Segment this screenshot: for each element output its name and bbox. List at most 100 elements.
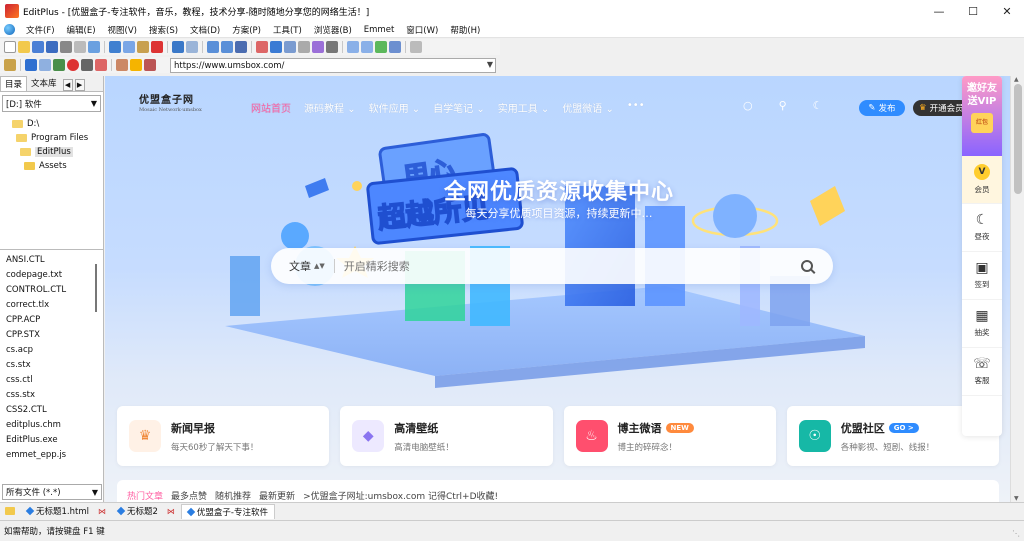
spellcheck-icon[interactable] xyxy=(88,41,100,53)
file-item[interactable]: codepage.txt xyxy=(0,267,103,282)
doc-tab[interactable]: 无标题2 ⋈ xyxy=(112,504,181,519)
save-all-icon[interactable] xyxy=(46,41,58,53)
search-icon[interactable]: ⚲ xyxy=(779,99,787,112)
tab-random[interactable]: 随机推荐 xyxy=(215,489,251,502)
float-item-daynight[interactable]: ☾ 昼夜 xyxy=(962,204,1002,252)
drive-select[interactable]: [D:] 软件 ▼ xyxy=(2,95,101,112)
line-number-icon[interactable] xyxy=(298,41,310,53)
find-icon[interactable] xyxy=(207,41,219,53)
tab-latest[interactable]: 最新更新 xyxy=(259,489,295,502)
moon-icon[interactable]: ☾ xyxy=(813,99,823,112)
text-mode-icon[interactable] xyxy=(95,59,107,71)
file-filter-select[interactable]: 所有文件 (*.*) ▼ xyxy=(2,484,102,500)
resize-grip-icon[interactable]: ⋱ xyxy=(1012,529,1020,538)
chevron-down-icon[interactable]: ▼ xyxy=(92,488,98,497)
search-icon[interactable] xyxy=(801,260,813,272)
goto-icon[interactable] xyxy=(235,41,247,53)
search-type-select[interactable]: 文章 ▲▼ xyxy=(289,258,325,274)
stop-icon[interactable] xyxy=(67,59,79,71)
file-item[interactable]: emmet_epp.js xyxy=(0,447,103,462)
card-wallpaper[interactable]: ◆ 高清壁纸 高清电脑壁纸！ xyxy=(340,406,553,466)
publish-button[interactable]: ✎ 发布 xyxy=(859,100,905,116)
open-folder-icon[interactable] xyxy=(18,41,30,53)
browser-view-icon[interactable] xyxy=(375,41,387,53)
undo-icon[interactable] xyxy=(172,41,184,53)
file-list-scrollbar[interactable] xyxy=(95,264,97,312)
tree-item[interactable]: EditPlus xyxy=(0,145,103,159)
word-wrap-icon[interactable] xyxy=(270,41,282,53)
replace-icon[interactable] xyxy=(221,41,233,53)
cut-icon[interactable] xyxy=(109,41,121,53)
edit-pencil-icon[interactable] xyxy=(4,59,16,71)
menu-view[interactable]: 视图(V) xyxy=(102,24,143,36)
browser-scrollbar[interactable]: ▲ ▼ xyxy=(1010,76,1024,502)
nav-tools[interactable]: 实用工具 ⌄ xyxy=(498,100,550,115)
scroll-up-icon[interactable]: ▲ xyxy=(1014,76,1019,83)
file-item[interactable]: CSS2.CTL xyxy=(0,402,103,417)
card-news[interactable]: ♛ 新闻早报 每天60秒了解天下事！ xyxy=(117,406,330,466)
invite-vip-banner[interactable]: 邀好友 送VIP 红包 xyxy=(962,76,1002,156)
new-file-icon[interactable] xyxy=(4,41,16,53)
browser-settings-icon[interactable] xyxy=(81,59,93,71)
back-icon[interactable] xyxy=(25,59,37,71)
address-bar[interactable]: https://www.umsbox.com/ ▼ xyxy=(170,58,496,73)
doc-tab[interactable]: 无标题1.html ⋈ xyxy=(21,504,112,519)
ruler-icon[interactable] xyxy=(284,41,296,53)
menu-browser[interactable]: 浏览器(B) xyxy=(308,24,358,36)
save-icon[interactable] xyxy=(32,41,44,53)
nav-notes[interactable]: 自学笔记 ⌄ xyxy=(433,100,485,115)
file-item[interactable]: css.stx xyxy=(0,387,103,402)
forward-icon[interactable] xyxy=(39,59,51,71)
scrollbar-thumb[interactable] xyxy=(1014,84,1022,194)
file-item[interactable]: cs.acp xyxy=(0,342,103,357)
tree-item[interactable]: D:\ xyxy=(0,117,103,131)
doc-tab-active[interactable]: 优盟盒子-专注软件 xyxy=(180,503,275,519)
nav-home[interactable]: 网站首页 xyxy=(251,100,291,115)
card-microblog[interactable]: ♨ 博主微语 NEW 博主的碎碎念！ xyxy=(563,406,776,466)
lightbulb-icon[interactable]: ○ xyxy=(743,99,753,112)
tab-cliptext[interactable]: 文本库 xyxy=(27,76,61,91)
float-item-checkin[interactable]: ▣ 签到 xyxy=(962,252,1002,300)
close-tab-icon[interactable]: ⋈ xyxy=(98,507,106,516)
float-item-support[interactable]: ☏ 客服 xyxy=(962,348,1002,396)
column-select-icon[interactable] xyxy=(312,41,324,53)
paste-icon[interactable] xyxy=(137,41,149,53)
menu-project[interactable]: 方案(P) xyxy=(226,24,267,36)
open-external-icon[interactable] xyxy=(144,59,156,71)
menu-help[interactable]: 帮助(H) xyxy=(444,24,486,36)
menu-emmet[interactable]: Emmet xyxy=(358,25,401,35)
tab-hot-articles[interactable]: 热门文章 xyxy=(127,489,163,502)
nav-more[interactable]: ••• xyxy=(627,100,645,115)
print-icon[interactable] xyxy=(60,41,72,53)
redo-icon[interactable] xyxy=(186,41,198,53)
file-item[interactable]: correct.tlx xyxy=(0,297,103,312)
tree-item[interactable]: Assets xyxy=(0,159,103,173)
file-item[interactable]: CONTROL.CTL xyxy=(0,282,103,297)
file-item[interactable]: ANSI.CTL xyxy=(0,252,103,267)
site-logo[interactable]: 优盟盒子网 Mosaic Network·umsbox xyxy=(139,91,209,113)
chevron-down-icon[interactable]: ▼ xyxy=(91,99,97,108)
file-item[interactable]: CPP.ACP xyxy=(0,312,103,327)
folder-icon[interactable] xyxy=(5,507,15,515)
tab-most-liked[interactable]: 最多点赞 xyxy=(171,489,207,502)
nav-source-tutorials[interactable]: 源码教程 ⌄ xyxy=(304,100,356,115)
help-pointer-icon[interactable] xyxy=(410,41,422,53)
membership-button[interactable]: ♛ 开通会员 xyxy=(913,100,969,116)
window-cascade-icon[interactable] xyxy=(361,41,373,53)
maximize-button[interactable]: ☐ xyxy=(956,0,990,22)
search-input[interactable] xyxy=(343,259,801,273)
file-item[interactable]: editplus.chm xyxy=(0,417,103,432)
file-item[interactable]: css.ctl xyxy=(0,372,103,387)
tab-scroll-right-icon[interactable]: ▶ xyxy=(74,79,85,91)
file-item[interactable]: cs.stx xyxy=(0,357,103,372)
refresh-icon[interactable] xyxy=(53,59,65,71)
tree-item[interactable]: Program Files xyxy=(0,131,103,145)
favorites-icon[interactable] xyxy=(130,59,142,71)
close-button[interactable]: ✕ xyxy=(990,0,1024,22)
float-item-lottery[interactable]: ▦ 抽奖 xyxy=(962,300,1002,348)
menu-document[interactable]: 文档(D) xyxy=(184,24,226,36)
chevron-down-icon[interactable]: ▼ xyxy=(487,60,493,69)
menu-window[interactable]: 窗口(W) xyxy=(400,24,444,36)
print-preview-icon[interactable] xyxy=(74,41,86,53)
tab-scroll-left-icon[interactable]: ◀ xyxy=(62,79,73,91)
